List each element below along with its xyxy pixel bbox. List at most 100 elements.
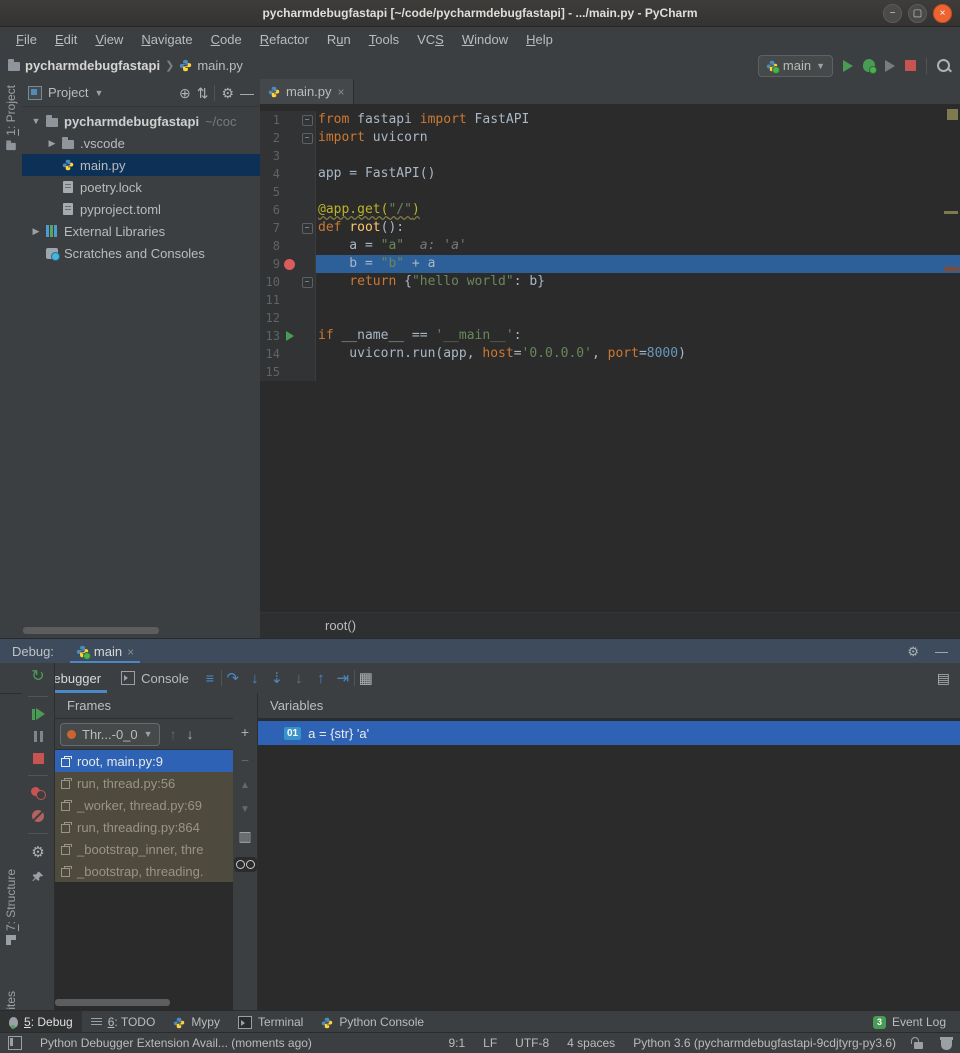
tab-close-icon[interactable]: × — [338, 85, 345, 99]
move-down-icon[interactable]: ▼ — [240, 805, 250, 815]
frame-row[interactable]: root, main.py:9 — [55, 750, 233, 772]
code-editor[interactable]: 1−from fastapi import FastAPI2−import uv… — [260, 104, 960, 381]
code-line-12[interactable]: 12 — [260, 309, 960, 327]
collapse-all-icon[interactable]: ⇅ — [197, 86, 209, 100]
caret-position[interactable]: 9:1 — [448, 1036, 465, 1050]
debug-session-tab[interactable]: main × — [70, 639, 140, 664]
toolwindow-button-mypy[interactable]: Mypy — [164, 1011, 229, 1033]
code-line-5[interactable]: 5 — [260, 183, 960, 201]
prev-frame-icon[interactable]: ↑ — [170, 726, 177, 742]
step-into-my-code-icon[interactable]: ⇣ — [266, 671, 288, 686]
hide-panel-icon[interactable]: — — [935, 644, 948, 660]
pause-icon[interactable] — [34, 731, 43, 742]
run-gutter-icon[interactable] — [280, 327, 299, 345]
toolwindow-button-terminal[interactable]: Terminal — [229, 1011, 312, 1033]
debug-button[interactable] — [863, 59, 875, 72]
tab-console[interactable]: Console — [111, 663, 199, 693]
tab-main-py[interactable]: main.py × — [260, 79, 354, 104]
error-stripe-breakpoint-mark[interactable] — [944, 267, 959, 271]
code-line-3[interactable]: 3 — [260, 147, 960, 165]
indent-style[interactable]: 4 spaces — [567, 1036, 615, 1050]
code-line-9[interactable]: 9 b = "b" + a — [260, 255, 960, 273]
tree-item-pycharmdebugfastapi[interactable]: ▼pycharmdebugfastapi~/coc — [22, 110, 260, 132]
toolwindow-button-5-debug[interactable]: 5: Debug — [0, 1011, 82, 1033]
code-line-6[interactable]: 6@app.get("/") — [260, 201, 960, 219]
event-log-button[interactable]: 3Event Log — [873, 1015, 960, 1029]
tree-item-poetry-lock[interactable]: poetry.lock — [22, 176, 260, 198]
move-up-icon[interactable]: ▲ — [240, 781, 250, 791]
session-close-icon[interactable]: × — [127, 645, 134, 659]
menu-vcs[interactable]: VCS — [409, 29, 452, 50]
hide-panel-icon[interactable]: — — [240, 86, 254, 100]
tree-item-main-py[interactable]: main.py — [22, 154, 260, 176]
mute-breakpoints-icon[interactable] — [32, 810, 44, 822]
horizontal-scrollbar[interactable] — [23, 627, 159, 634]
minimize-icon[interactable]: − — [883, 4, 902, 23]
step-over-icon[interactable]: ↷ — [222, 671, 244, 686]
tree-item-external-libraries[interactable]: ▶External Libraries — [22, 220, 260, 242]
menu-tools[interactable]: Tools — [361, 29, 407, 50]
code-line-13[interactable]: 13if __name__ == '__main__': — [260, 327, 960, 345]
code-line-15[interactable]: 15 — [260, 363, 960, 381]
status-message[interactable]: Python Debugger Extension Avail... (mome… — [40, 1036, 312, 1050]
toolwindow-button-6-todo[interactable]: 6: TODO — [82, 1011, 165, 1033]
code-line-1[interactable]: 1−from fastapi import FastAPI — [260, 111, 960, 129]
breadcrumb-project[interactable]: pycharmdebugfastapi — [25, 58, 160, 73]
frame-row[interactable]: _bootstrap_inner, thre — [55, 838, 233, 860]
view-breakpoints-icon[interactable] — [31, 787, 45, 799]
duplicate-watch-icon[interactable]: ▥ — [238, 829, 251, 843]
search-icon[interactable] — [937, 59, 950, 72]
menu-file[interactable]: File — [8, 29, 45, 50]
code-line-8[interactable]: 8 a = "a" a: 'a' — [260, 237, 960, 255]
code-line-7[interactable]: 7−def root(): — [260, 219, 960, 237]
code-line-4[interactable]: 4app = FastAPI() — [260, 165, 960, 183]
menu-edit[interactable]: Edit — [47, 29, 85, 50]
run-config-selector[interactable]: main ▼ — [758, 55, 833, 77]
variable-row[interactable]: 01 a = {str} 'a' — [258, 721, 960, 745]
interpreter[interactable]: Python 3.6 (pycharmdebugfastapi-9cdjtyrg… — [633, 1036, 896, 1050]
close-icon[interactable]: × — [933, 4, 952, 23]
run-to-cursor-icon[interactable]: ⇥ — [332, 671, 354, 686]
frame-row[interactable]: _worker, thread.py:69 — [55, 794, 233, 816]
menu-help[interactable]: Help — [518, 29, 561, 50]
tree-item-pyproject-toml[interactable]: pyproject.toml — [22, 198, 260, 220]
force-step-into-icon[interactable]: ↓ — [288, 671, 310, 686]
file-encoding[interactable]: UTF-8 — [515, 1036, 549, 1050]
layout-settings-icon[interactable]: ▤ — [937, 670, 960, 687]
locate-file-icon[interactable]: ⊕ — [179, 86, 191, 100]
fold-marker-icon[interactable]: − — [299, 273, 316, 291]
gear-icon[interactable]: ⚙ — [221, 86, 234, 100]
next-frame-icon[interactable]: ↓ — [187, 726, 194, 742]
show-watches-icon[interactable] — [234, 857, 257, 872]
fold-marker-icon[interactable]: − — [299, 111, 316, 129]
code-line-2[interactable]: 2−import uvicorn — [260, 129, 960, 147]
tool-window-toggle-icon[interactable] — [8, 1036, 22, 1050]
project-panel-title[interactable]: Project — [48, 85, 88, 100]
horizontal-scrollbar[interactable] — [55, 999, 170, 1006]
menu-navigate[interactable]: Navigate — [133, 29, 200, 50]
frame-row[interactable]: run, thread.py:56 — [55, 772, 233, 794]
remove-watch-icon[interactable]: − — [241, 753, 249, 767]
breakpoint-icon[interactable] — [280, 255, 299, 273]
stop-button[interactable] — [905, 60, 916, 71]
breadcrumb-function[interactable]: root() — [325, 618, 356, 633]
gear-icon[interactable]: ⚙ — [907, 644, 919, 660]
tree-item--vscode[interactable]: ▶.vscode — [22, 132, 260, 154]
sidebar-item-structure[interactable]: 7: Structure — [0, 869, 22, 945]
toolwindow-button-python-console[interactable]: Python Console — [312, 1011, 433, 1033]
frame-row[interactable]: run, threading.py:864 — [55, 816, 233, 838]
error-stripe-warning-mark[interactable] — [947, 109, 958, 120]
run-button[interactable] — [843, 60, 853, 72]
line-separator[interactable]: LF — [483, 1036, 497, 1050]
coverage-button[interactable] — [885, 60, 895, 72]
sidebar-item-project[interactable]: 1: Project — [0, 85, 22, 151]
tree-item-scratches-and-consoles[interactable]: Scratches and Consoles — [22, 242, 260, 264]
menu-view[interactable]: View — [87, 29, 131, 50]
step-out-icon[interactable]: ↑ — [310, 671, 332, 686]
fold-marker-icon[interactable]: − — [299, 129, 316, 147]
evaluate-expression-icon[interactable]: ▦ — [355, 671, 377, 686]
maximize-icon[interactable]: ▢ — [908, 4, 927, 23]
stop-icon[interactable] — [33, 753, 44, 764]
pin-icon[interactable] — [32, 871, 44, 886]
chevron-down-icon[interactable]: ▼ — [94, 88, 103, 98]
